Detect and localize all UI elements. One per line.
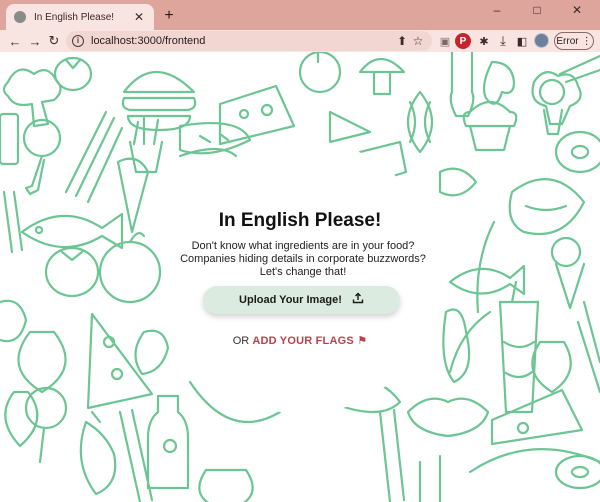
mushroom-doodle [358, 57, 406, 96]
page-viewport: In English Please! Don't know what ingre… [0, 52, 600, 502]
share-icon[interactable]: ⬆ [394, 34, 410, 48]
close-window-button[interactable]: ✕ [560, 0, 594, 20]
apple-red-doodle [98, 232, 162, 304]
celery-right-doodle [378, 408, 406, 502]
cheese-doodle [218, 84, 296, 146]
chicken-leg-doodle [22, 118, 62, 196]
upload-icon [352, 291, 364, 309]
tomato2-doodle [44, 246, 100, 298]
flag-icon: ⚑ [357, 335, 368, 347]
close-tab-icon[interactable]: ✕ [132, 10, 146, 24]
broccoli-doodle [2, 68, 62, 128]
fish-top-doodle [438, 167, 478, 197]
donut-right-doodle [554, 454, 600, 490]
minimize-button[interactable]: – [480, 0, 514, 20]
error-button[interactable]: Error ⋮ [554, 32, 594, 50]
croissant-doodle [406, 397, 490, 438]
ice-cream-doodle [550, 236, 586, 310]
garlic-bottom-doodle [198, 468, 254, 502]
maximize-button[interactable]: □ [520, 0, 554, 20]
carrot-right-doodle [576, 300, 600, 394]
burger-doodle [121, 70, 197, 132]
sidepanel-icon[interactable]: ◧ [514, 33, 530, 49]
url-text[interactable]: localhost:3000/frontend [91, 35, 394, 47]
add-flags-link[interactable]: ADD YOUR FLAGS ⚑ [252, 335, 367, 347]
back-button[interactable]: ← [4, 30, 26, 52]
tomato-doodle [53, 56, 93, 92]
tab-strip: In English Please! ✕ + – □ ✕ [0, 0, 600, 30]
download-icon[interactable]: ⤓ [495, 33, 511, 49]
milk-bottle-doodle [146, 394, 190, 490]
upload-label: Upload Your Image! [239, 294, 342, 306]
flags-row: OR ADD YOUR FLAGS ⚑ [0, 334, 600, 347]
pepper-doodle [482, 60, 516, 105]
tab-title: In English Please! [34, 11, 115, 23]
globe-icon [14, 11, 26, 23]
menu-icon: ⋮ [581, 35, 592, 47]
carrot-doodle [558, 54, 600, 84]
muffin-doodle [462, 100, 518, 152]
extension-icon[interactable]: ▣ [437, 33, 453, 49]
pinterest-icon[interactable]: P [455, 33, 471, 49]
puzzle-icon[interactable]: ✱ [476, 33, 492, 49]
browser-tab[interactable]: In English Please! ✕ [6, 4, 154, 30]
browser-toolbar: ← → ↻ i localhost:3000/frontend ⬆ ☆ ▣ P … [0, 30, 600, 52]
cake-doodle [328, 110, 372, 144]
garlic-doodle [407, 90, 433, 154]
flower-broccoli-doodle [538, 78, 566, 136]
garlic-right-doodle [531, 340, 572, 394]
profile-avatar[interactable] [534, 33, 549, 48]
error-label: Error [556, 35, 579, 47]
baguette-right-doodle [468, 448, 600, 474]
fries-box-doodle [0, 112, 20, 166]
pizza-slice-doodle [86, 312, 154, 410]
page-description: Don't know what ingredients are in your … [180, 240, 426, 278]
bottle-doodle [449, 52, 475, 118]
upload-image-button[interactable]: Upload Your Image! [203, 286, 400, 314]
page-title: In English Please! [218, 210, 382, 231]
corn-doodle [476, 220, 496, 314]
or-label: OR [232, 335, 250, 347]
new-tab-button[interactable]: + [160, 7, 178, 25]
apple-doodle [298, 52, 342, 94]
onion-doodle [4, 390, 39, 448]
eggplant-doodle [79, 410, 117, 496]
drink-cup-doodle [498, 280, 540, 414]
reload-button[interactable]: ↻ [43, 30, 65, 52]
site-info-icon[interactable]: i [72, 35, 84, 47]
bookmark-star-icon[interactable]: ☆ [410, 34, 426, 48]
donut-doodle [554, 130, 600, 174]
asparagus-doodle [64, 110, 124, 204]
fish2-doodle [448, 264, 526, 296]
bottle-right-doodle [418, 454, 442, 502]
add-flags-label: ADD YOUR FLAGS [252, 335, 354, 347]
address-bar[interactable]: i localhost:3000/frontend ⬆ ☆ [66, 31, 432, 51]
